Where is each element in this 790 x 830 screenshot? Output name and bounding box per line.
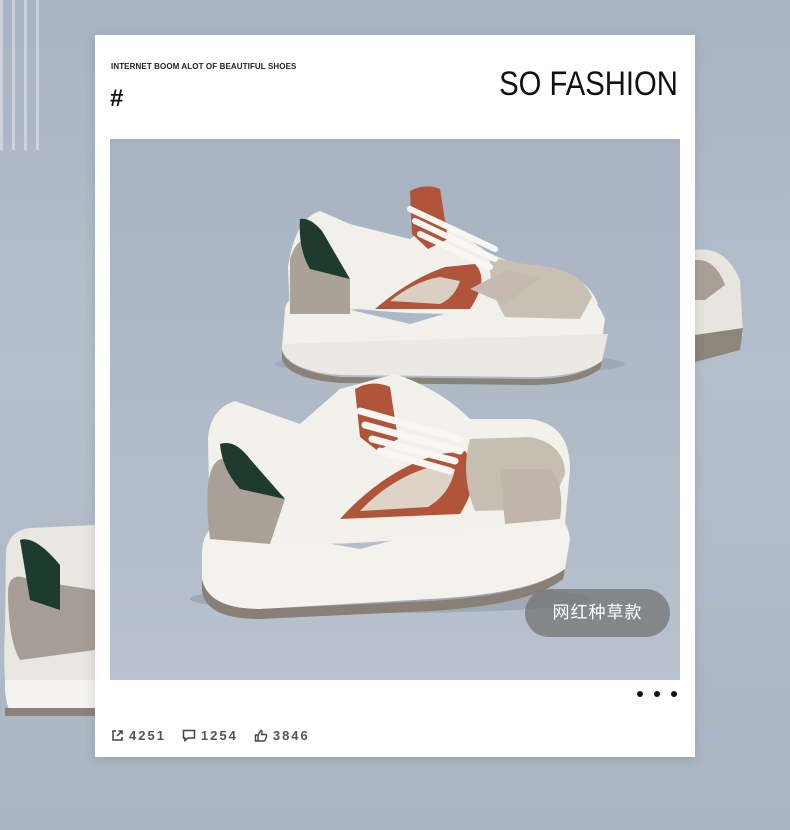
comment-stat[interactable]: 1254 — [182, 728, 238, 743]
background-shelf — [0, 0, 45, 150]
dot — [671, 691, 677, 697]
background-shoe-right — [695, 249, 743, 362]
comment-icon — [182, 729, 196, 742]
share-count: 4251 — [129, 728, 166, 743]
thumbs-up-icon — [254, 729, 268, 742]
share-icon — [112, 730, 123, 741]
background-shoe-left — [4, 525, 96, 716]
comment-count: 1254 — [200, 728, 238, 743]
like-count: 3846 — [272, 728, 310, 743]
page-title: SO FASHION — [499, 65, 678, 103]
hot-style-tag[interactable]: 网红种草款 — [525, 589, 670, 637]
page-root: { "card": { "eyebrow": "INTERNET BOOM AL… — [0, 0, 790, 830]
dot — [654, 691, 660, 697]
share-stat[interactable]: 4251 — [111, 728, 166, 743]
dot — [637, 691, 643, 697]
product-photo[interactable]: 网红种草款 — [110, 139, 680, 680]
eyebrow-text: INTERNET BOOM ALOT OF BEAUTIFUL SHOES — [111, 62, 297, 71]
engagement-stats: 4251 1254 3846 — [111, 728, 326, 743]
more-dots-icon[interactable] — [637, 689, 677, 699]
hashtag-symbol: # — [110, 85, 124, 112]
like-stat[interactable]: 3846 — [254, 728, 310, 743]
post-card: INTERNET BOOM ALOT OF BEAUTIFUL SHOES # … — [95, 35, 695, 757]
